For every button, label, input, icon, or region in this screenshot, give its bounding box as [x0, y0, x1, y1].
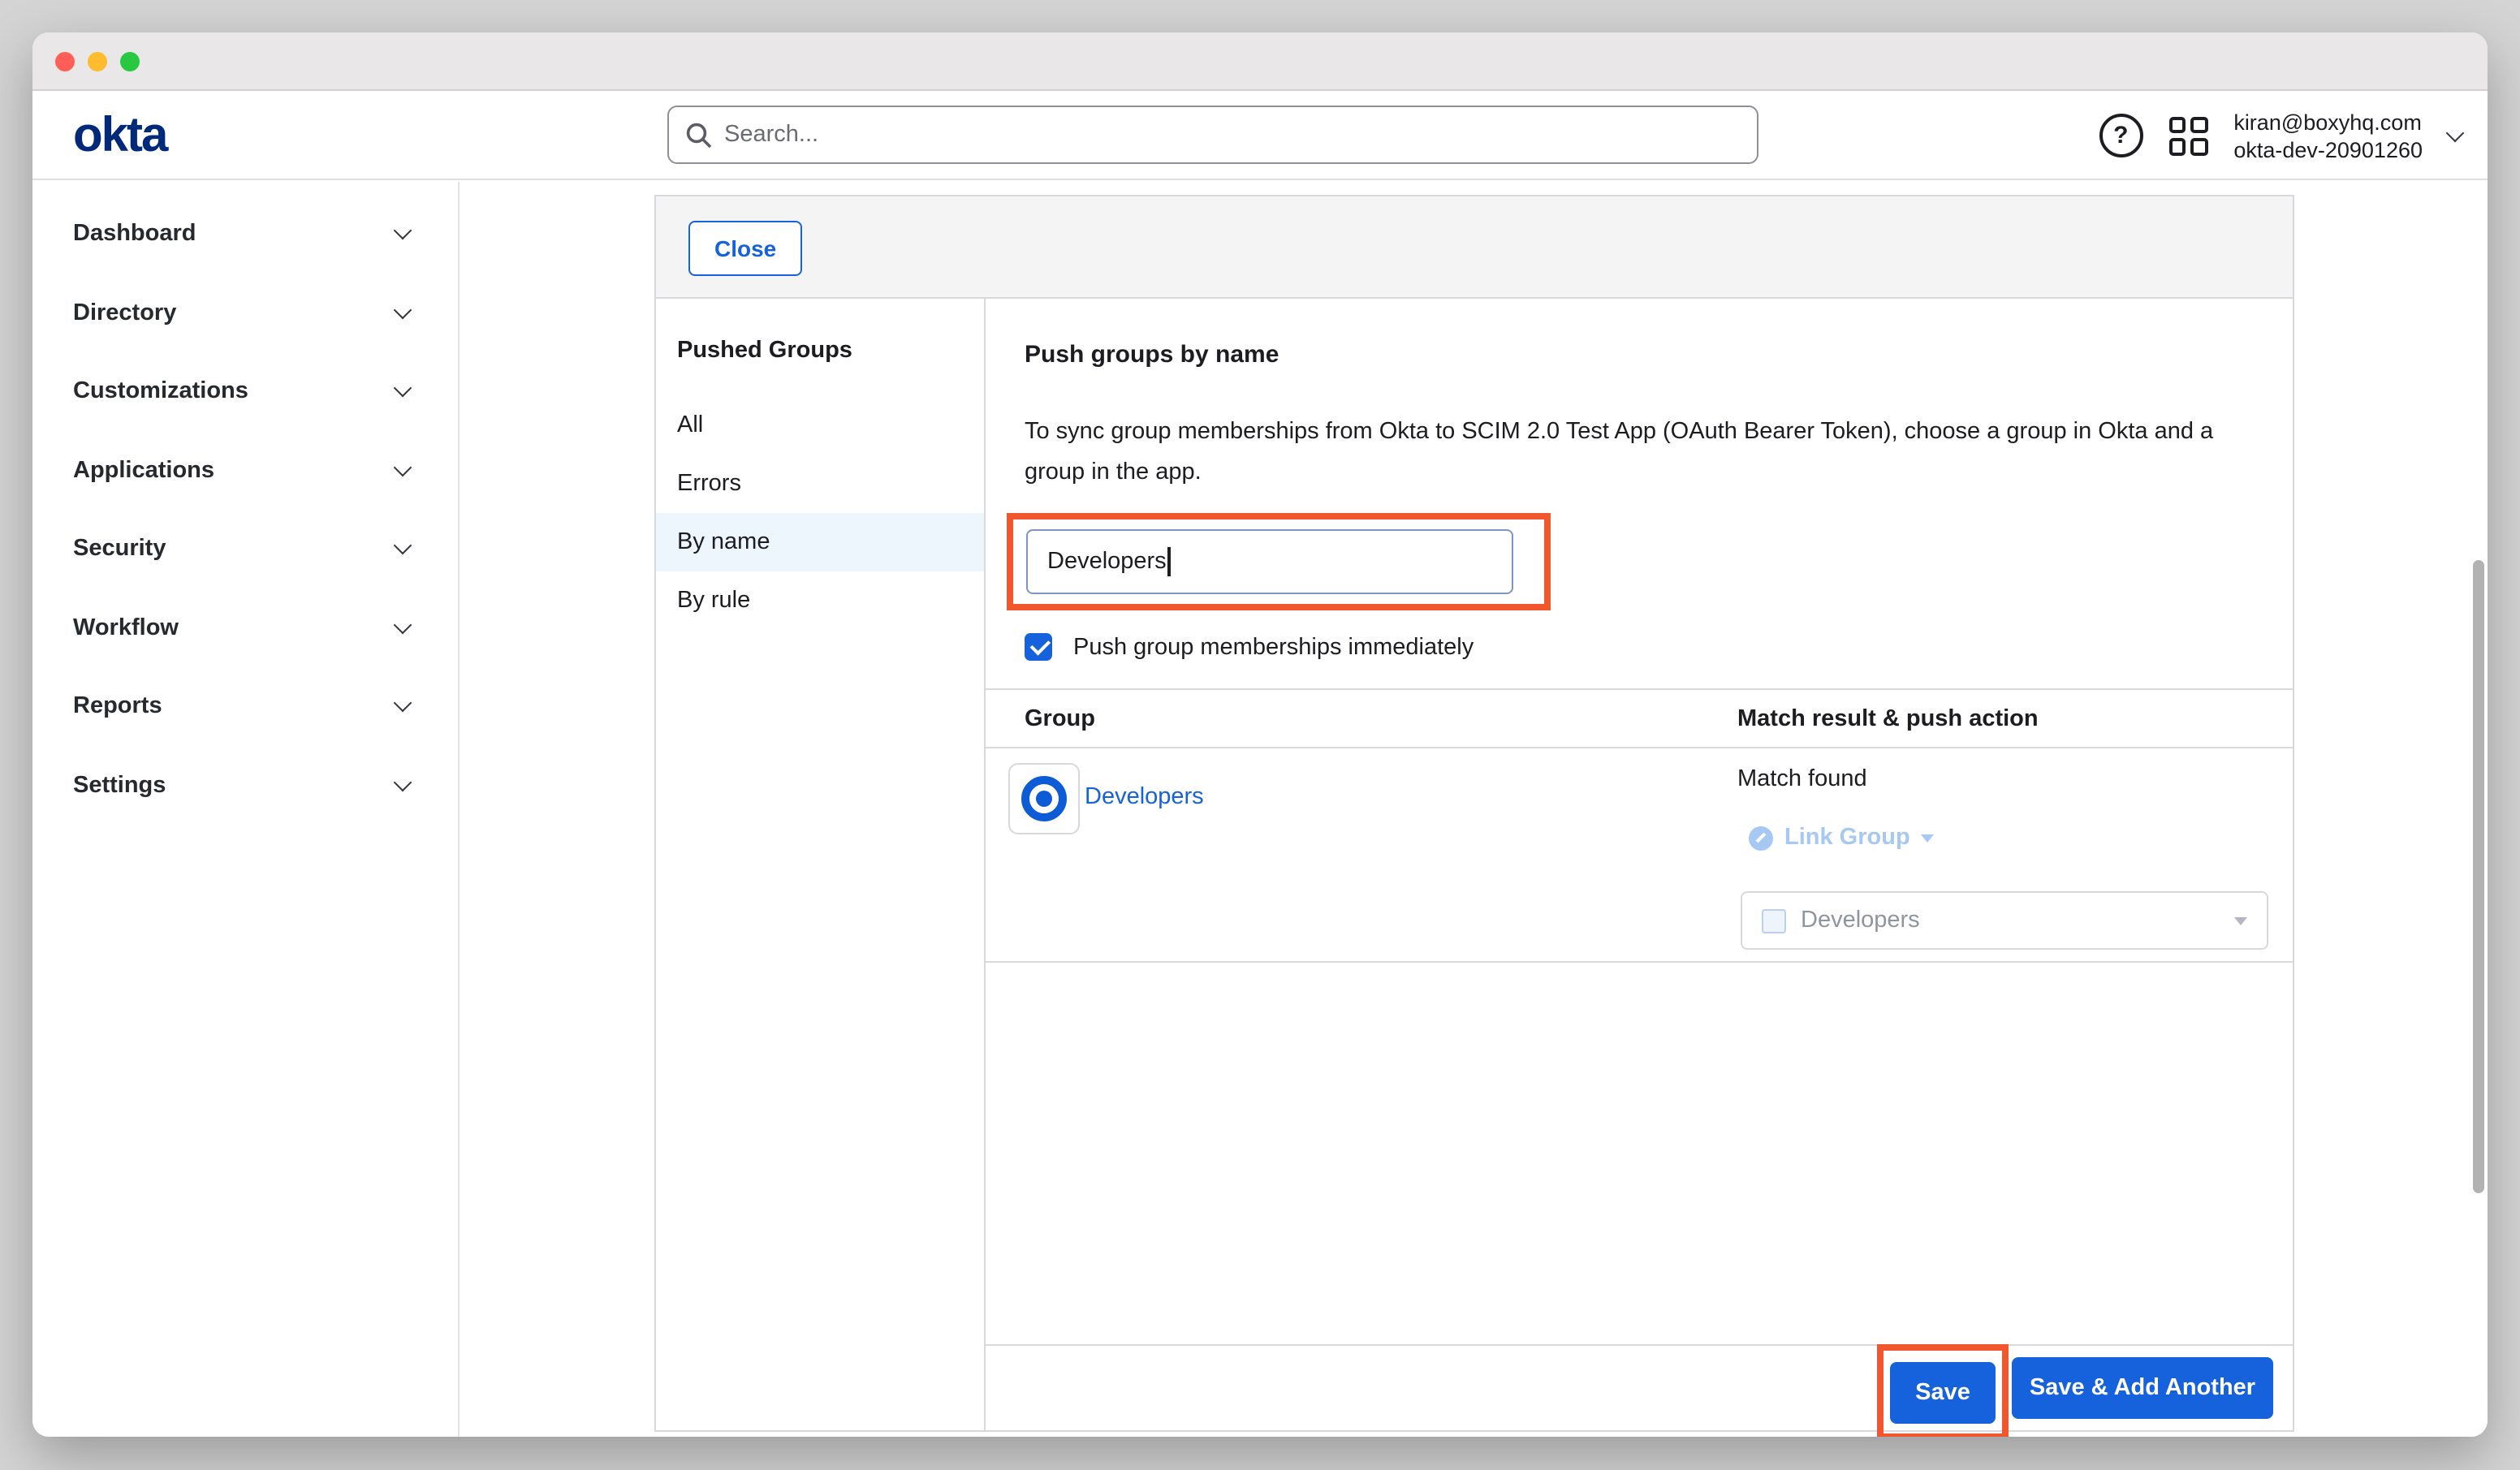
- sidebar-item-dashboard[interactable]: Dashboard: [32, 195, 458, 274]
- link-group-label: Link Group: [1784, 825, 1910, 851]
- header-right-cluster: ? kiran@boxyhq.com okta-dev-20901260: [2099, 91, 2462, 180]
- page-description: To sync group memberships from Okta to S…: [1025, 412, 2242, 494]
- annotation-box-save: Save: [1877, 1344, 2009, 1437]
- page-title: Push groups by name: [1025, 341, 1279, 369]
- save-button[interactable]: Save: [1890, 1361, 1996, 1423]
- window-titlebar: [32, 32, 2488, 91]
- pushed-groups-subnav: Pushed Groups All Errors By name By rule: [656, 299, 986, 1430]
- table-header: Group Match result & push action: [986, 688, 2293, 748]
- link-group-action[interactable]: Link Group: [1749, 825, 1935, 851]
- column-header-match-result: Match result & push action: [1737, 706, 2039, 732]
- close-button[interactable]: Close: [688, 221, 802, 276]
- sidebar-item-applications[interactable]: Applications: [32, 431, 458, 510]
- sidebar: Dashboard Directory Customizations Appli…: [32, 182, 460, 1437]
- push-groups-panel: Close Pushed Groups All Errors By name B…: [654, 195, 2294, 1432]
- search-input[interactable]: [724, 110, 1757, 159]
- push-immediately-row: Push group memberships immediately: [1025, 633, 1474, 661]
- dropdown-selected-value: Developers: [1801, 907, 2220, 933]
- link-icon: [1749, 826, 1773, 850]
- sidebar-item-directory[interactable]: Directory: [32, 274, 458, 352]
- app-header: okta ? kiran@boxyhq.com okta-dev-2090126…: [32, 91, 2488, 180]
- annotation-box-input: Developers: [1007, 513, 1551, 610]
- sidebar-item-workflow[interactable]: Workflow: [32, 588, 458, 667]
- group-placeholder-icon: [1762, 908, 1786, 933]
- sidebar-item-settings[interactable]: Settings: [32, 746, 458, 825]
- sidebar-item-reports[interactable]: Reports: [32, 667, 458, 746]
- group-name-input[interactable]: Developers: [1026, 529, 1513, 594]
- save-add-another-button[interactable]: Save & Add Another: [2012, 1357, 2273, 1419]
- chevron-down-icon: [394, 458, 412, 476]
- account-org: okta-dev-20901260: [2233, 136, 2423, 163]
- scrollbar-thumb[interactable]: [2473, 560, 2484, 1193]
- close-window-button[interactable]: [55, 52, 75, 71]
- traffic-lights: [55, 52, 140, 71]
- chevron-down-icon: [2234, 916, 2247, 925]
- chevron-down-icon: [394, 773, 412, 791]
- chevron-down-icon: [394, 615, 412, 634]
- match-status: Match found: [1737, 766, 1867, 792]
- search-icon: [685, 121, 713, 149]
- column-header-group: Group: [1025, 706, 1095, 732]
- chevron-down-icon: [394, 694, 412, 713]
- help-icon[interactable]: ?: [2099, 114, 2142, 157]
- chevron-down-icon: [1922, 834, 1935, 842]
- subnav-item-errors[interactable]: Errors: [656, 455, 984, 513]
- text-caret: [1168, 547, 1171, 576]
- chevron-down-icon: [394, 222, 412, 240]
- zoom-window-button[interactable]: [120, 52, 140, 71]
- chevron-down-icon: [394, 379, 412, 398]
- subnav-item-by-rule[interactable]: By rule: [656, 571, 984, 630]
- push-by-name-content: Push groups by name To sync group member…: [986, 299, 2293, 1430]
- table-row: Developers Match found Link Group Dev: [986, 750, 2293, 963]
- group-select-dropdown[interactable]: Developers: [1741, 891, 2268, 950]
- okta-group-icon: [1008, 763, 1080, 834]
- minimize-window-button[interactable]: [88, 52, 107, 71]
- account-email: kiran@boxyhq.com: [2233, 108, 2423, 136]
- body-row: Dashboard Directory Customizations Appli…: [32, 182, 2488, 1437]
- browser-window: okta ? kiran@boxyhq.com okta-dev-2090126…: [32, 32, 2488, 1437]
- subnav-item-all[interactable]: All: [656, 396, 984, 455]
- sidebar-item-security[interactable]: Security: [32, 510, 458, 588]
- group-logo: [1021, 776, 1067, 821]
- subnav-title: Pushed Groups: [656, 338, 984, 396]
- group-link[interactable]: Developers: [1085, 784, 1204, 810]
- chevron-down-icon[interactable]: [2446, 123, 2465, 142]
- chevron-down-icon: [394, 537, 412, 555]
- panel-body: Pushed Groups All Errors By name By rule…: [656, 299, 2293, 1430]
- panel-header: Close: [656, 196, 2293, 299]
- main-content: Close Pushed Groups All Errors By name B…: [460, 182, 2488, 1437]
- account-menu[interactable]: kiran@boxyhq.com okta-dev-20901260: [2233, 108, 2423, 163]
- sidebar-item-customizations[interactable]: Customizations: [32, 352, 458, 431]
- group-name-input-value: Developers: [1047, 549, 1167, 575]
- footer-divider: [986, 1344, 2293, 1346]
- okta-logo[interactable]: okta: [73, 109, 166, 164]
- subnav-item-by-name[interactable]: By name: [656, 513, 984, 571]
- push-immediately-checkbox[interactable]: [1025, 633, 1052, 661]
- chevron-down-icon: [394, 300, 412, 319]
- push-immediately-label: Push group memberships immediately: [1073, 634, 1474, 660]
- apps-grid-icon[interactable]: [2168, 116, 2207, 155]
- search-bar[interactable]: [667, 106, 1758, 164]
